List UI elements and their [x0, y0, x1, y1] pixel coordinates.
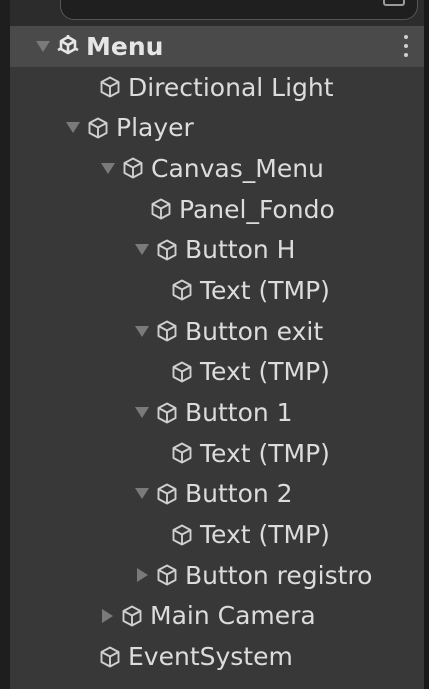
collapsed-arrow-icon[interactable]	[102, 608, 113, 623]
tree-item-label: Button 1	[185, 398, 293, 428]
search-options-icon[interactable]	[383, 0, 405, 6]
tree-item-label: Panel_Fondo	[179, 194, 335, 224]
expanded-arrow-icon[interactable]	[66, 122, 80, 134]
gameobject-cube-icon	[88, 117, 108, 139]
tree-item[interactable]: Player	[10, 107, 424, 148]
tree-item[interactable]: Button H	[10, 229, 424, 270]
search-strip	[10, 0, 424, 26]
expanded-arrow-icon[interactable]	[101, 162, 115, 174]
gameobject-cube-icon	[123, 157, 143, 179]
tree-item-label: Text (TMP)	[200, 520, 330, 550]
search-field[interactable]	[60, 0, 418, 20]
gameobject-cube-icon	[157, 239, 177, 261]
tree-item[interactable]: EventSystem	[10, 636, 424, 677]
unity-scene-icon	[57, 35, 79, 55]
gameobject-cube-icon	[157, 564, 177, 586]
scene-row-menu[interactable]: Menu	[10, 26, 424, 67]
expanded-arrow-icon[interactable]	[135, 407, 149, 419]
tree-item-label: Button 2	[185, 479, 293, 509]
gameobject-cube-icon	[157, 402, 177, 423]
left-gutter	[0, 0, 10, 689]
gameobject-cube-icon	[172, 442, 192, 464]
gameobject-cube-icon	[100, 76, 120, 98]
tree-item[interactable]: Text (TMP)	[10, 270, 424, 311]
collapsed-arrow-icon[interactable]	[137, 568, 148, 583]
hierarchy-tree: Menu Directional Light Player Canvas_Menu P…	[10, 26, 424, 677]
tree-item[interactable]: Button 2	[10, 474, 424, 515]
expanded-arrow-icon[interactable]	[135, 488, 149, 500]
tree-item-label: Text (TMP)	[200, 438, 330, 468]
tree-item-label: Button H	[185, 235, 296, 265]
tree-item-label: Text (TMP)	[200, 357, 330, 387]
gameobject-cube-icon	[122, 605, 142, 627]
gameobject-cube-icon	[172, 361, 192, 383]
tree-item-label: Button registro	[185, 560, 373, 590]
tree-item[interactable]: Text (TMP)	[10, 514, 424, 555]
tree-item[interactable]: Text (TMP)	[10, 433, 424, 474]
tree-item[interactable]: Button exit	[10, 311, 424, 352]
gameobject-cube-icon	[157, 320, 177, 342]
gameobject-cube-icon	[172, 524, 192, 546]
hierarchy-panel: Menu Directional Light Player Canvas_Menu P…	[10, 0, 424, 689]
expand-arrow-icon[interactable]	[36, 40, 50, 52]
tree-item-label: Button exit	[185, 316, 324, 346]
tree-item-label: Player	[116, 113, 194, 143]
gameobject-cube-icon	[172, 280, 192, 301]
kebab-menu-icon[interactable]	[404, 35, 408, 57]
tree-item[interactable]: Text (TMP)	[10, 352, 424, 393]
tree-item[interactable]: Panel_Fondo	[10, 189, 424, 230]
tree-item[interactable]: Main Camera	[10, 596, 424, 637]
tree-item-label: Main Camera	[150, 601, 316, 631]
tree-item[interactable]: Canvas_Menu	[10, 148, 424, 189]
scene-label: Menu	[86, 31, 164, 61]
gameobject-cube-icon	[157, 483, 177, 505]
tree-item[interactable]: Button 1	[10, 392, 424, 433]
gameobject-cube-icon	[100, 646, 120, 668]
tree-item-label: EventSystem	[128, 642, 293, 672]
expanded-arrow-icon[interactable]	[135, 244, 149, 256]
expanded-arrow-icon[interactable]	[135, 325, 149, 337]
tree-item-label: Text (TMP)	[200, 275, 330, 305]
tree-item[interactable]: Directional Light	[10, 67, 424, 108]
gameobject-cube-icon	[151, 198, 171, 220]
tree-item[interactable]: Button registro	[10, 555, 424, 596]
tree-item-label: Directional Light	[128, 72, 334, 102]
tree-item-label: Canvas_Menu	[151, 153, 324, 183]
